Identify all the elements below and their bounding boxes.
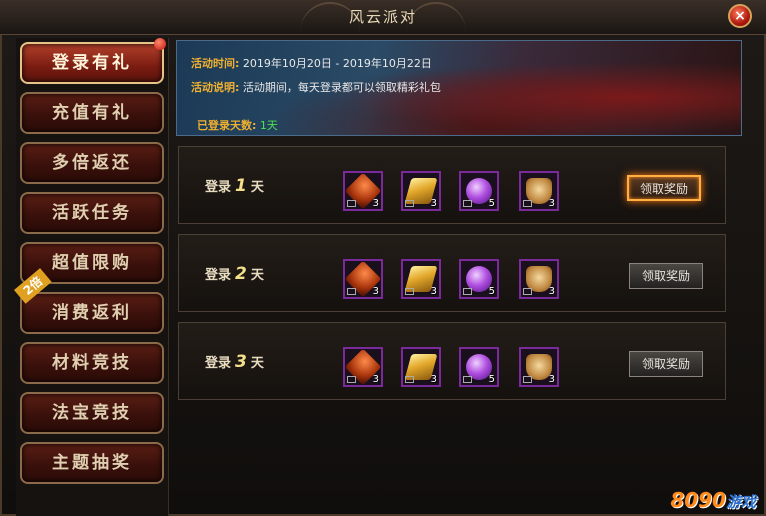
login-days-label: 已登录天数: (197, 119, 257, 132)
item-count: 3 (548, 374, 555, 385)
bound-lock-icon (523, 376, 532, 383)
sidebar-item-active-tasks[interactable]: 活跃任务 (20, 192, 164, 234)
bound-lock-icon (463, 376, 472, 383)
sidebar-item-material-contest[interactable]: 材料竞技 (20, 342, 164, 384)
window-title: 风云派对 (348, 8, 417, 26)
item-count: 3 (372, 286, 379, 297)
item-count: 5 (488, 198, 495, 209)
event-desc-value: 活动期间，每天登录都可以领取精彩礼包 (242, 81, 441, 94)
event-desc-label: 活动说明: (191, 81, 240, 94)
reward-row-day-3: 登录 3 天 3 3 5 3 领取奖励 (178, 322, 726, 400)
claim-reward-button[interactable]: 领取奖励 (629, 263, 703, 289)
claim-reward-button[interactable]: 领取奖励 (629, 351, 703, 377)
item-count: 5 (488, 286, 495, 297)
item-count: 3 (548, 198, 555, 209)
reward-item-slot[interactable]: 3 (519, 171, 559, 211)
item-count: 3 (372, 374, 379, 385)
reward-item-slot[interactable]: 5 (459, 171, 499, 211)
item-count: 3 (430, 374, 437, 385)
item-count: 5 (488, 374, 495, 385)
sidebar-item-login-gift[interactable]: 登录有礼 (20, 42, 164, 84)
close-button[interactable]: × (728, 4, 752, 28)
sidebar-item-treasure-contest[interactable]: 法宝竞技 (20, 392, 164, 434)
login-days-value: 1天 (259, 119, 278, 132)
site-watermark: 8090游戏 (670, 488, 756, 512)
reward-item-slot[interactable]: 3 (401, 171, 441, 211)
reward-row-day-2: 登录 2 天 3 3 5 3 领取奖励 (178, 234, 726, 312)
reward-item-slot[interactable]: 3 (519, 347, 559, 387)
reward-row-label: 登录 2 天 (205, 235, 264, 313)
reward-item-slot[interactable]: 3 (519, 259, 559, 299)
bound-lock-icon (523, 200, 532, 207)
row-prefix: 登录 (205, 356, 232, 371)
event-time-line: 活动时间: 2019年10月20日 - 2019年10月22日 (191, 55, 432, 71)
event-time-value: 2019年10月20日 - 2019年10月22日 (242, 57, 432, 70)
row-day-number: 2 (235, 264, 247, 284)
sidebar-item-recharge-gift[interactable]: 充值有礼 (20, 92, 164, 134)
reward-item-slot[interactable]: 3 (401, 347, 441, 387)
reward-item-slot[interactable]: 3 (401, 259, 441, 299)
reward-item-slot[interactable]: 5 (459, 259, 499, 299)
reward-row-day-1: 登录 1 天 3 3 5 3 领取奖励 (178, 146, 726, 224)
reward-item-slot[interactable]: 3 (343, 259, 383, 299)
row-day-number: 3 (235, 352, 247, 372)
reward-item-slot[interactable]: 5 (459, 347, 499, 387)
notification-dot (154, 38, 166, 50)
sidebar-item-multiple-return[interactable]: 多倍返还 (20, 142, 164, 184)
event-time-label: 活动时间: (191, 57, 240, 70)
bound-lock-icon (347, 376, 356, 383)
bound-lock-icon (405, 376, 414, 383)
bound-lock-icon (463, 288, 472, 295)
item-count: 3 (548, 286, 555, 297)
reward-row-label: 登录 1 天 (205, 147, 264, 225)
row-suffix: 天 (250, 180, 264, 195)
reward-item-slot[interactable]: 3 (343, 171, 383, 211)
row-prefix: 登录 (205, 180, 232, 195)
watermark-number: 8090 (670, 488, 726, 512)
sidebar-item-spending-rebate[interactable]: 消费返利 (20, 292, 164, 334)
claim-reward-button[interactable]: 领取奖励 (627, 175, 701, 201)
sidebar-item-theme-lottery[interactable]: 主题抽奖 (20, 442, 164, 484)
reward-row-label: 登录 3 天 (205, 323, 264, 401)
row-prefix: 登录 (205, 268, 232, 283)
reward-item-slot[interactable]: 3 (343, 347, 383, 387)
bound-lock-icon (405, 288, 414, 295)
event-desc-line: 活动说明: 活动期间，每天登录都可以领取精彩礼包 (191, 79, 441, 95)
title-bar: 风云派对 × (0, 0, 766, 35)
bound-lock-icon (523, 288, 532, 295)
row-day-number: 1 (235, 176, 247, 196)
event-banner: 活动时间: 2019年10月20日 - 2019年10月22日 活动说明: 活动… (176, 40, 742, 136)
bound-lock-icon (405, 200, 414, 207)
login-days-line: 已登录天数: 1天 (197, 117, 278, 133)
bound-lock-icon (463, 200, 472, 207)
row-suffix: 天 (250, 268, 264, 283)
item-count: 3 (430, 198, 437, 209)
item-count: 3 (430, 286, 437, 297)
watermark-text: 游戏 (725, 493, 756, 511)
row-suffix: 天 (250, 356, 264, 371)
bound-lock-icon (347, 288, 356, 295)
bound-lock-icon (347, 200, 356, 207)
item-count: 3 (372, 198, 379, 209)
